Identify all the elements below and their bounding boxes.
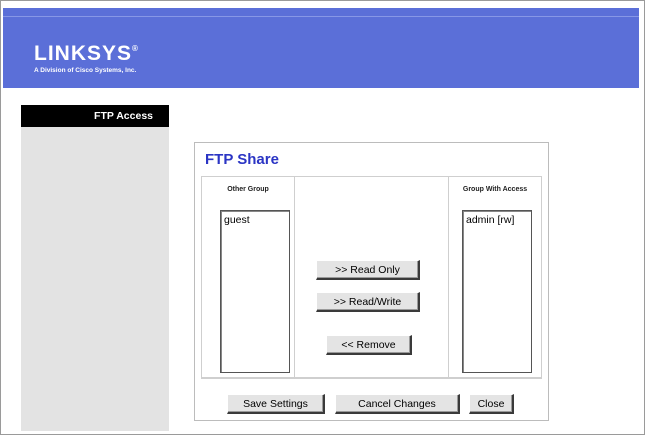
group-with-access-column: Group With Access admin [rw] xyxy=(448,177,541,378)
other-group-listbox[interactable]: guest xyxy=(220,210,290,373)
save-settings-button[interactable]: Save Settings xyxy=(227,394,325,414)
sidebar-item-ftp-access[interactable]: FTP Access xyxy=(21,105,169,127)
cancel-changes-button[interactable]: Cancel Changes xyxy=(335,394,460,414)
header-divider xyxy=(3,16,639,17)
ftp-share-panel: FTP Share Other Group guest >> Read Only… xyxy=(194,142,549,421)
group-editor: Other Group guest >> Read Only >> Read/W… xyxy=(201,176,542,379)
window-frame: LINKSYS® A Division of Cisco Systems, In… xyxy=(0,0,645,435)
footer-divider xyxy=(201,377,542,378)
other-group-label: Other Group xyxy=(227,186,269,193)
linksys-logo: LINKSYS® xyxy=(34,42,139,66)
read-only-button[interactable]: >> Read Only xyxy=(316,260,420,280)
group-with-access-label: Group With Access xyxy=(462,186,528,193)
remove-button[interactable]: << Remove xyxy=(326,335,412,355)
sidebar: FTP Access xyxy=(21,105,169,431)
list-item[interactable]: guest xyxy=(221,211,289,226)
sidebar-divider xyxy=(169,105,171,431)
list-item[interactable]: admin [rw] xyxy=(463,211,531,226)
logo-subtitle: A Division of Cisco Systems, Inc. xyxy=(34,67,137,74)
header-banner: LINKSYS® A Division of Cisco Systems, In… xyxy=(3,5,639,88)
logo-text: LINKSYS xyxy=(34,42,133,65)
group-with-access-listbox[interactable]: admin [rw] xyxy=(462,210,532,373)
read-write-button[interactable]: >> Read/Write xyxy=(316,292,420,312)
logo-registered-mark: ® xyxy=(132,44,139,53)
close-button[interactable]: Close xyxy=(469,394,514,414)
other-group-column: Other Group guest xyxy=(202,177,295,378)
panel-title: FTP Share xyxy=(205,151,279,168)
sidebar-item-label: FTP Access xyxy=(94,110,153,122)
